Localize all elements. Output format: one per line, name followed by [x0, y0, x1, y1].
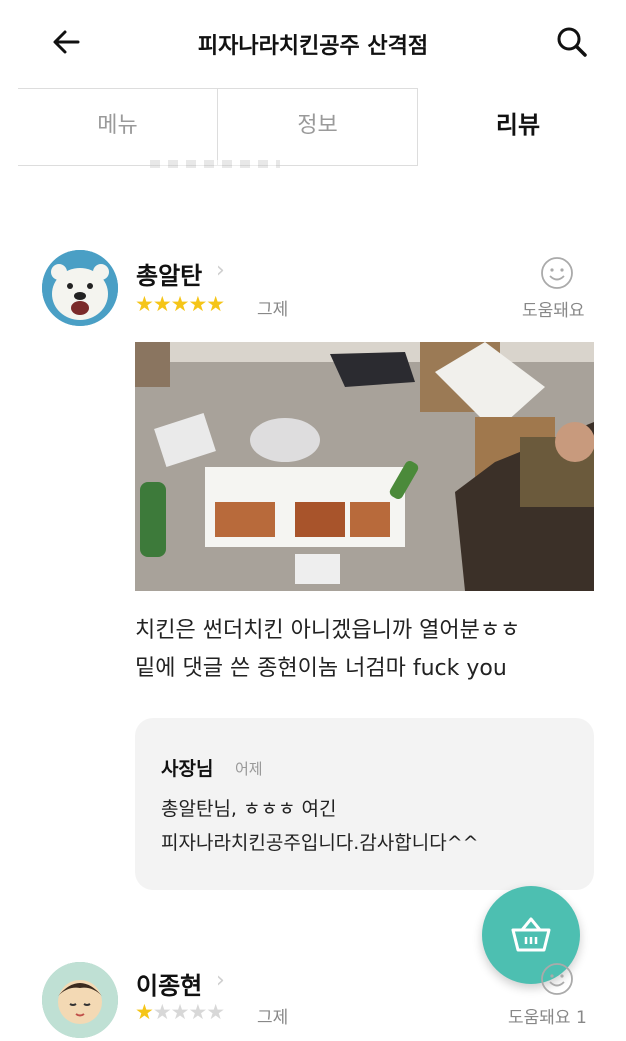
chevron-right-icon[interactable]: ›: [216, 968, 225, 993]
review-text-line: 치킨은 썬더치킨 아니겠읍니까 열어분ㅎㅎ: [135, 618, 521, 643]
basket-icon: [511, 917, 551, 952]
character-avatar-icon: [42, 962, 118, 1038]
reply-date: 어제: [235, 760, 263, 778]
tab-review[interactable]: 리뷰: [418, 88, 618, 166]
reply-text: 총알탄님, ㅎㅎㅎ 여긴 피자나라치킨공주입니다.감사합니다^^: [161, 792, 571, 860]
tab-info[interactable]: 정보: [218, 88, 418, 166]
rating-stars: ★★★★★: [135, 292, 225, 316]
page-title: 피자나라치킨공주 산격점: [197, 34, 429, 59]
helpful-button[interactable]: 도움돼요: [522, 296, 585, 321]
avatar[interactable]: [42, 962, 118, 1038]
helpful-button[interactable]: 도움돼요 1: [508, 1003, 587, 1028]
smile-icon[interactable]: [540, 962, 574, 996]
cut-off-content: [150, 160, 280, 168]
search-icon[interactable]: [554, 24, 590, 60]
reply-text-line: 총알탄님, ㅎㅎㅎ 여긴: [161, 798, 337, 820]
polar-bear-avatar-icon: [42, 250, 118, 326]
rating-stars: ★★★★★: [135, 1000, 225, 1024]
review-photo[interactable]: [135, 342, 594, 591]
reply-text-line: 피자나라치킨공주입니다.감사합니다^^: [161, 832, 479, 854]
chicken-photo-image: [135, 342, 594, 591]
review-date: 그제: [257, 300, 289, 320]
tab-menu[interactable]: 메뉴: [18, 88, 218, 166]
owner-reply: 사장님 어제 총알탄님, ㅎㅎㅎ 여긴 피자나라치킨공주입니다.감사합니다^^: [135, 718, 594, 890]
avatar[interactable]: [42, 250, 118, 326]
tab-bar: 메뉴 정보 리뷰: [18, 88, 618, 166]
review-username[interactable]: 이종현: [136, 966, 202, 1001]
review-text: 치킨은 썬더치킨 아니겠읍니까 열어분ㅎㅎ 밑에 댓글 쓴 종현이놈 너검마 f…: [135, 612, 605, 688]
chevron-right-icon[interactable]: ›: [216, 258, 225, 283]
top-bar: 피자나라치킨공주 산격점: [0, 0, 626, 88]
review-text-line: 밑에 댓글 쓴 종현이놈 너검마 fuck you: [135, 656, 507, 681]
review-username[interactable]: 총알탄: [136, 256, 202, 291]
reply-author: 사장님: [161, 758, 214, 780]
smile-icon[interactable]: [540, 256, 574, 290]
review-date: 그제: [257, 1008, 289, 1028]
